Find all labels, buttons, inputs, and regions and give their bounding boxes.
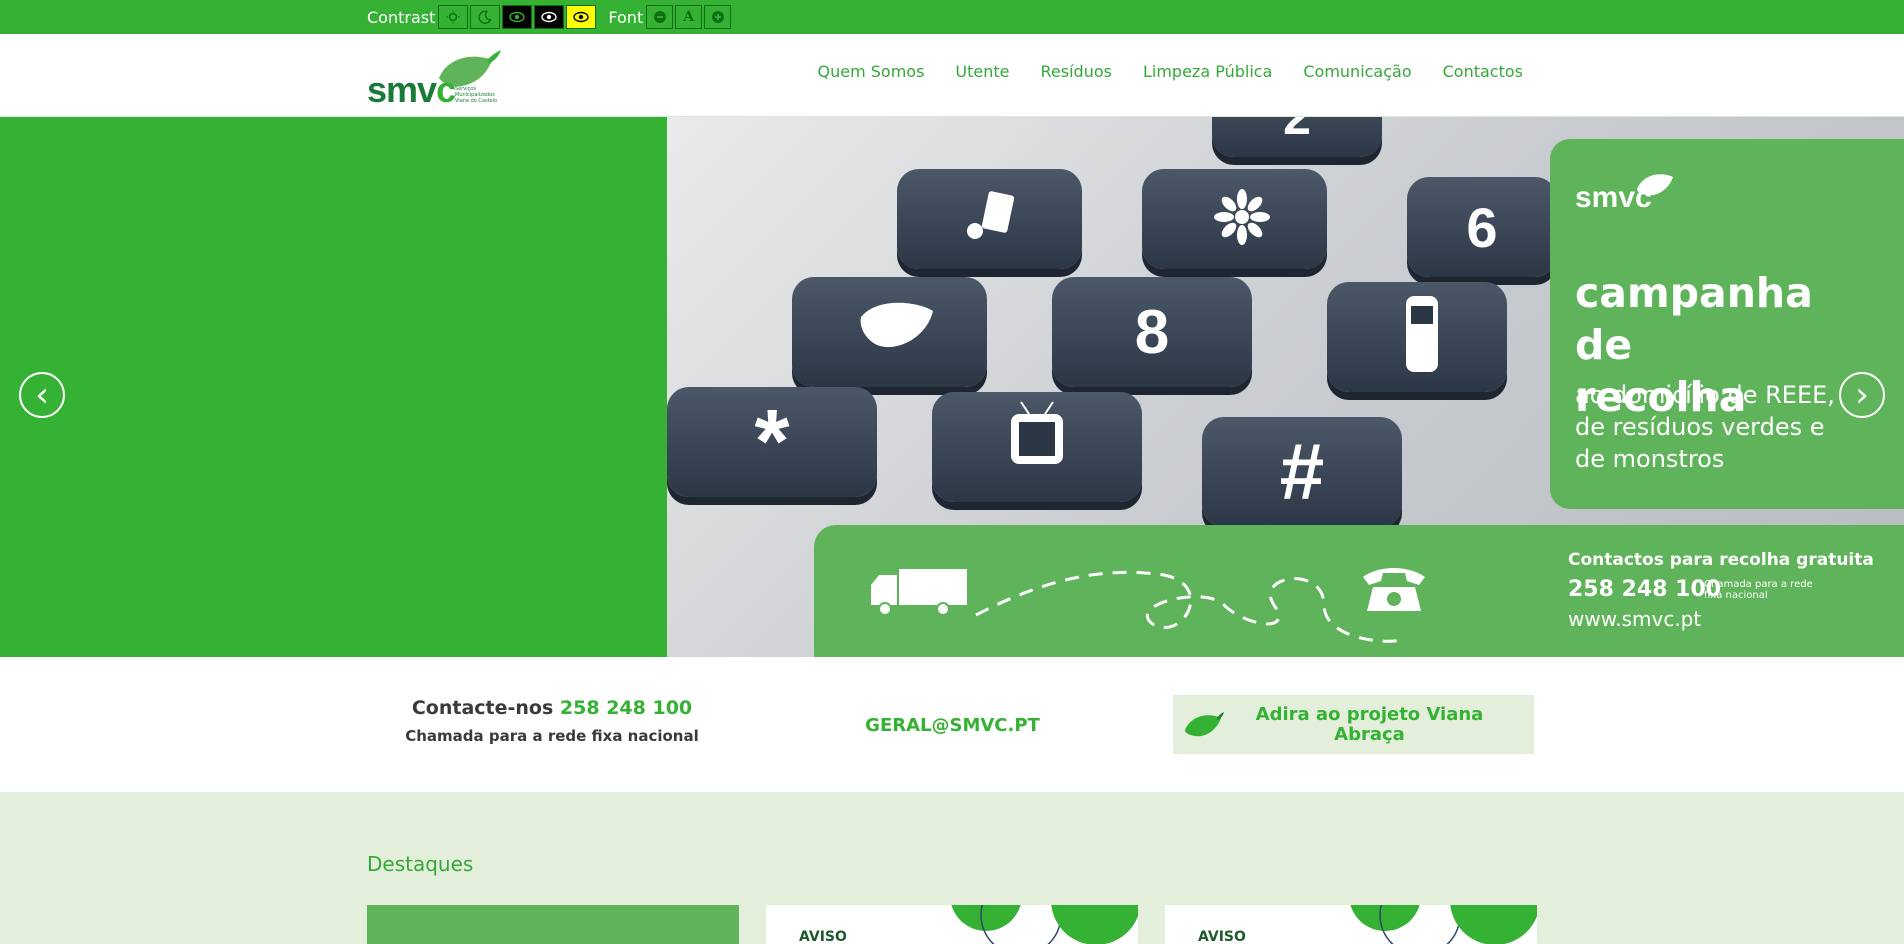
key-2: 2	[1212, 117, 1382, 157]
slider-next-button[interactable]: ›	[1839, 372, 1885, 418]
telephone-icon	[1363, 568, 1425, 611]
card-decoration-icon	[951, 905, 1138, 944]
hero-slider: 6 2 8 * # smvc campanha de recolha ao do…	[0, 117, 1904, 657]
promo-box: smvc campanha de recolha ao domicílio de…	[1550, 139, 1904, 509]
band-title: Contactos para recolha gratuita	[1568, 550, 1874, 570]
contact-phone-label: Contacte-nos	[411, 697, 554, 719]
key-star: *	[667, 387, 877, 497]
truck-icon	[871, 569, 967, 615]
key-phone	[1327, 282, 1507, 392]
promo-text: ao domicílio de REEE, de resíduos verdes…	[1575, 381, 1835, 473]
font-increase-button[interactable]	[704, 5, 732, 29]
band-url: www.smvc.pt	[1568, 607, 1702, 631]
plus-circle-icon	[711, 11, 724, 23]
nav-limpeza-publica[interactable]: Limpeza Pública	[1143, 62, 1272, 81]
contrast-yellow-button[interactable]	[566, 5, 597, 29]
slide-image[interactable]: 6 2 8 * # smvc campanha de recolha ao do…	[667, 117, 1904, 657]
accessibility-bar: Contrast Font A	[0, 0, 1904, 34]
highlights-title: Destaques	[367, 852, 474, 876]
logo-subtitle: Serviços Municipalizados Viana do Castel…	[455, 86, 498, 104]
join-text: Adira ao projeto Viana Abraça	[1255, 703, 1484, 745]
contrast-label: Contrast	[367, 7, 436, 27]
minus-circle-icon	[653, 11, 666, 23]
key-tv	[932, 392, 1142, 502]
contact-strip: Contacte-nos 258 248 100 Chamada para a …	[0, 657, 1904, 792]
key-music	[897, 169, 1082, 269]
highlight-card-label: AVISO	[1198, 929, 1246, 944]
band-phone: 258 248 100	[1568, 577, 1722, 602]
nav-quem-somos[interactable]: Quem Somos	[818, 62, 925, 81]
contact-phone-number[interactable]: 258 248 100	[560, 697, 692, 719]
font-reset-button[interactable]: A	[675, 5, 703, 29]
music-player-icon	[967, 191, 1015, 239]
key-6: 6	[1407, 177, 1557, 277]
eye-icon	[573, 11, 590, 23]
tv-icon	[1011, 401, 1063, 464]
highlight-card[interactable]: AVISO	[766, 905, 1138, 944]
highlight-card[interactable]: AVISO	[1165, 905, 1537, 944]
eye-icon	[541, 11, 558, 23]
logo-wordmark: smvc	[367, 69, 456, 110]
nav-comunicacao[interactable]: Comunicação	[1303, 62, 1411, 81]
contact-phone-note: Chamada para a rede fixa nacional	[405, 727, 699, 745]
font-a-icon: A	[683, 9, 695, 25]
leaf-icon	[1185, 711, 1224, 736]
key-hash: #	[1202, 417, 1402, 527]
dashed-path-icon	[975, 570, 1405, 643]
sun-icon	[446, 10, 460, 24]
flower-icon	[1214, 189, 1270, 245]
slider-prev-button[interactable]: ‹	[19, 372, 65, 418]
highlights-section: Destaques AVISO AVISO	[0, 792, 1904, 944]
chevron-right-icon: ›	[1855, 375, 1869, 415]
eye-icon	[509, 11, 526, 23]
highlight-card[interactable]	[367, 905, 739, 944]
contrast-high-dark-button[interactable]	[502, 5, 533, 29]
main-nav: Quem Somos Utente Resíduos Limpeza Públi…	[787, 34, 1523, 108]
mobile-phone-icon	[1406, 296, 1438, 372]
card-decoration-icon	[1350, 905, 1537, 944]
nav-residuos[interactable]: Resíduos	[1041, 62, 1112, 81]
font-label: Font	[608, 7, 644, 27]
contrast-dark-button[interactable]	[470, 5, 501, 29]
promo-contact-band: Contactos para recolha gratuita 258 248 …	[814, 525, 1904, 657]
contrast-light-button[interactable]	[438, 5, 469, 29]
promo-leaf-icon	[1637, 174, 1673, 196]
contact-email-link[interactable]: GERAL@SMVC.PT	[800, 715, 1105, 736]
leaf-icon	[860, 302, 933, 348]
moon-icon	[478, 10, 493, 24]
band-phone-note: Chamada para a rede fixa nacional	[1704, 579, 1813, 601]
smvc-logo[interactable]: smvc Serviços Municipalizados Viana do C…	[367, 48, 507, 110]
nav-contactos[interactable]: Contactos	[1443, 62, 1523, 81]
key-flower	[1142, 169, 1327, 269]
contact-phone: Contacte-nos 258 248 100 Chamada para a …	[367, 697, 737, 745]
chevron-left-icon: ‹	[35, 375, 49, 415]
font-decrease-button[interactable]	[646, 5, 674, 29]
join-viana-abraca-button[interactable]: Adira ao projeto Viana Abraça	[1173, 695, 1534, 754]
nav-utente[interactable]: Utente	[955, 62, 1009, 81]
highlight-card-label: AVISO	[799, 929, 847, 944]
contrast-high-inverted-button[interactable]	[534, 5, 565, 29]
key-8: 8	[1052, 277, 1252, 387]
site-header: smvc Serviços Municipalizados Viana do C…	[0, 34, 1904, 117]
key-leaf	[792, 277, 987, 387]
